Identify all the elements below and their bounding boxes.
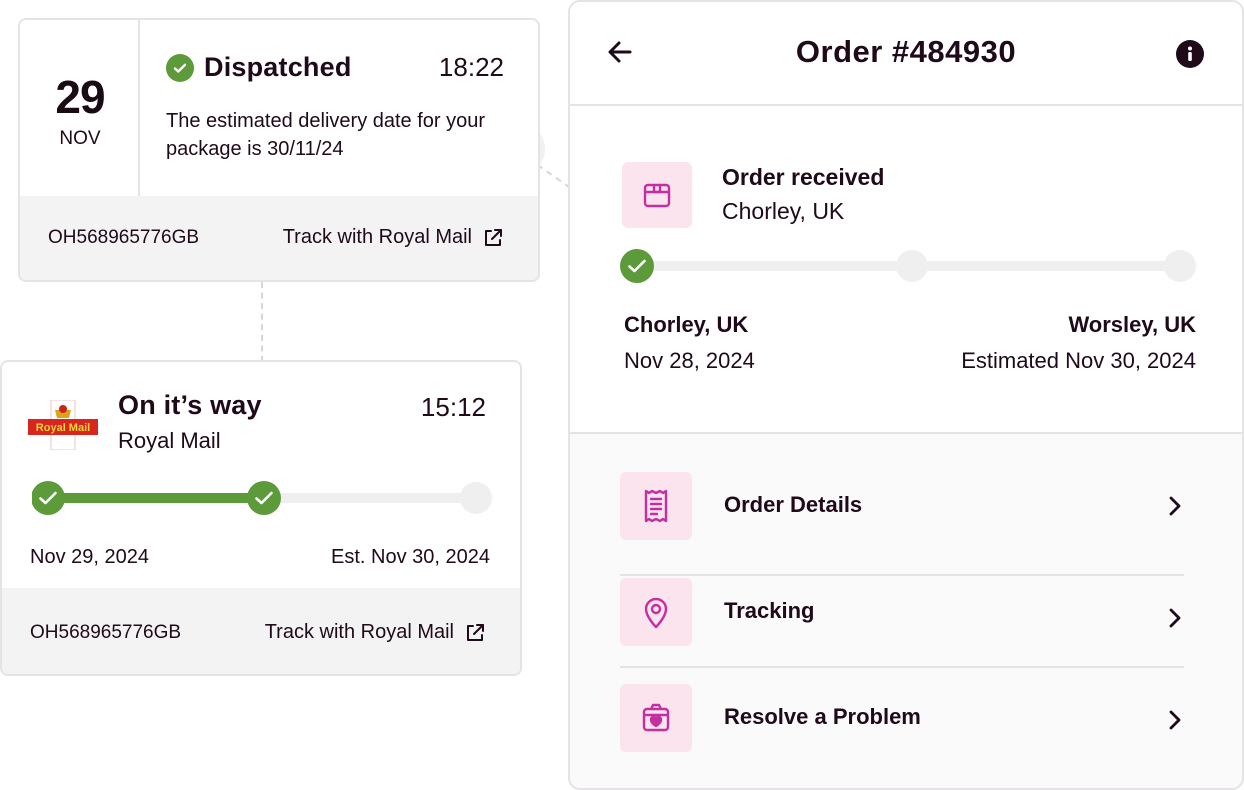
royal-mail-logo: Royal Mail	[28, 399, 98, 451]
check-circle-icon	[166, 53, 194, 82]
menu-item-resolve-problem[interactable]: Resolve a Problem	[620, 684, 1184, 788]
menu-label: Tracking	[724, 598, 815, 623]
track-with-royal-mail-link[interactable]: Track with Royal Mail	[265, 621, 486, 644]
external-link-icon	[482, 227, 504, 249]
status-title: On it’s way	[118, 390, 262, 420]
info-icon[interactable]	[1176, 40, 1204, 73]
date-day: 29	[55, 71, 105, 123]
track-link-label: Track with Royal Mail	[282, 226, 472, 248]
date-month: NOV	[59, 128, 101, 149]
destination-date: Estimated Nov 30, 2024	[961, 348, 1196, 373]
package-icon	[622, 162, 692, 228]
chevron-right-icon	[1164, 708, 1184, 737]
order-summary: Order received Chorley, UK Chorley, UK N…	[570, 106, 1242, 434]
menu-label: Resolve a Problem	[724, 704, 921, 729]
order-progress-track	[620, 248, 1200, 284]
location-pin-icon	[620, 578, 692, 646]
menu-label: Order Details	[724, 492, 863, 517]
start-date: Nov 29, 2024	[30, 546, 149, 568]
progress-step-done	[31, 481, 65, 515]
menu-item-order-details[interactable]: Order Details	[620, 472, 1184, 576]
estimated-date: Est. Nov 30, 2024	[331, 546, 490, 568]
progress-step-pending	[896, 250, 928, 282]
progress-step-pending	[460, 482, 492, 514]
status-description: The estimated delivery date for your pac…	[166, 110, 486, 160]
progress-step-pending	[1164, 250, 1196, 282]
order-received-title: Order received	[722, 164, 885, 190]
carrier-name: Royal Mail	[118, 428, 221, 453]
progress-step-done	[620, 249, 654, 283]
track-link-label: Track with Royal Mail	[264, 621, 454, 643]
chevron-right-icon	[1164, 494, 1184, 523]
on-its-way-card: Royal Mail On it’s way Royal Mail 15:12 …	[0, 360, 522, 676]
track-with-royal-mail-link[interactable]: Track with Royal Mail	[283, 226, 504, 249]
delivery-progress-track	[31, 480, 494, 516]
order-header: Order #484930	[570, 2, 1242, 106]
order-title: Order #484930	[795, 34, 1017, 69]
status-time: 15:12	[420, 392, 486, 422]
chevron-right-icon	[1164, 606, 1184, 635]
heart-box-icon	[620, 684, 692, 752]
tracking-number[interactable]: OH568965776GB	[48, 227, 199, 249]
card-footer: OH568965776GB Track with Royal Mail	[2, 588, 520, 674]
origin-location: Chorley, UK	[624, 312, 749, 337]
order-received-location: Chorley, UK	[722, 198, 845, 224]
menu-item-tracking[interactable]: Tracking	[620, 578, 1184, 668]
tracking-number[interactable]: OH568965776GB	[30, 622, 181, 644]
dispatched-card: 29 NOV Dispatched 18:22 The estimated de…	[18, 18, 540, 282]
origin-date: Nov 28, 2024	[624, 348, 755, 373]
date-column: 29 NOV	[20, 20, 140, 198]
external-link-icon	[464, 622, 486, 644]
timeline-connector	[536, 164, 571, 189]
svg-text:Royal Mail: Royal Mail	[36, 422, 90, 434]
progress-step-done	[247, 481, 281, 515]
card-footer: OH568965776GB Track with Royal Mail	[20, 196, 538, 280]
destination-location: Worsley, UK	[1068, 312, 1196, 337]
receipt-icon	[620, 472, 692, 540]
status-time: 18:22	[438, 52, 504, 82]
timeline-connector	[261, 282, 263, 362]
status-title: Dispatched	[204, 52, 352, 82]
status-heading: Dispatched	[166, 52, 352, 83]
order-panel: Order #484930 Order received Chorley, UK…	[568, 0, 1244, 790]
